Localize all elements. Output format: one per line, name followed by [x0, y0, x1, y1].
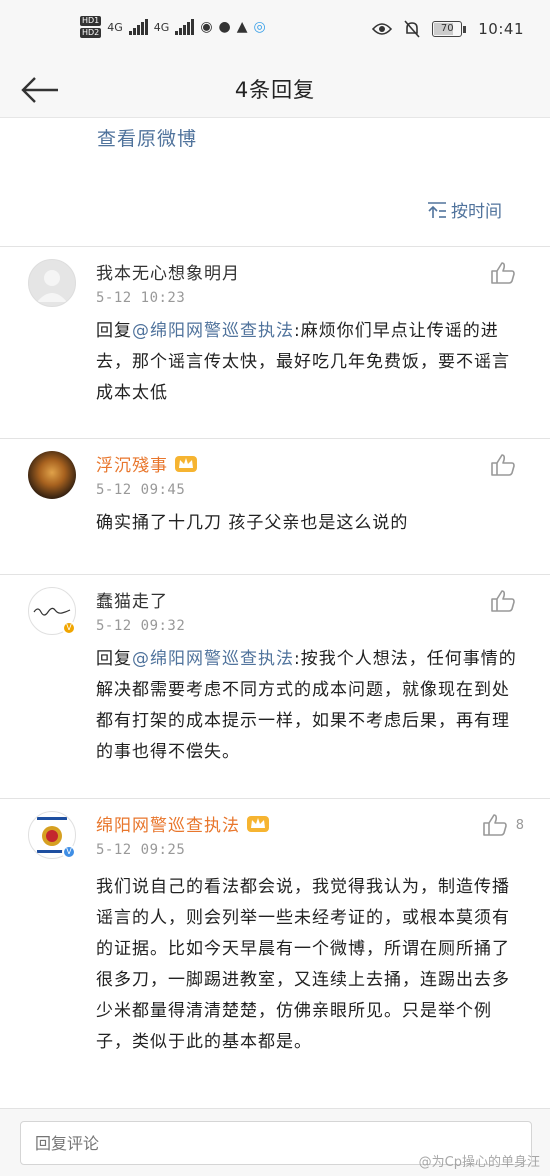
battery-level: 70	[440, 23, 454, 34]
mute-bell-icon	[404, 20, 420, 38]
battery-icon: 70	[432, 21, 467, 37]
verified-badge-icon: V	[62, 621, 76, 635]
app-notification-2-icon: ▲	[236, 19, 248, 35]
commenter-name[interactable]: 我本无心想象明月	[96, 259, 524, 284]
network-2-label: 4G	[153, 20, 170, 34]
reply-bar: @为Cp操心的单身汪	[0, 1108, 550, 1176]
vip-crown-icon	[247, 816, 269, 832]
vip-crown-icon	[175, 456, 197, 472]
watermark: @为Cp操心的单身汪	[418, 1155, 540, 1170]
comment-text: 回复@绵阳网警巡查执法:麻烦你们早点让传谣的进去，那个谣言传太快，最好吃几年免费…	[96, 316, 524, 409]
comment-time: 5-12 09:45	[96, 482, 186, 498]
comment-time: 5-12 10:23	[96, 290, 186, 306]
like-count: 8	[515, 817, 524, 833]
reply-prefix: 回复	[96, 649, 132, 669]
commenter-name[interactable]: 浮沉殘事	[96, 451, 168, 476]
like-button[interactable]	[490, 261, 524, 285]
status-right: 70 10:41	[372, 20, 524, 38]
comment-item: V 绵阳网警巡查执法 5-12 09:25 我们说自己的看法都会说，我觉得我认为…	[0, 798, 550, 1108]
thumbs-up-icon	[491, 454, 515, 476]
signal-1-icon	[128, 19, 148, 35]
comment-time: 5-12 09:25	[96, 842, 186, 858]
eye-icon	[372, 23, 393, 35]
signal-2-icon	[175, 19, 195, 35]
comment-content: 确实捅了十几刀 孩子父亲也是这么说的	[96, 513, 409, 533]
reply-prefix: 回复	[96, 321, 132, 341]
comment-content: 我们说自己的看法都会说，我觉得我认为，制造传播谣言的人，则会列举一些未经考证的，…	[96, 877, 510, 1052]
avatar[interactable]	[28, 451, 76, 499]
sort-icon	[428, 201, 446, 218]
media-notification-icon: ◎	[253, 19, 266, 35]
hd2-badge: HD2	[80, 28, 102, 38]
app-notification-icon: ◉	[200, 19, 213, 35]
sort-label: 按时间	[451, 202, 502, 222]
status-left: HD1 HD2 4G 4G ◉ ● ▲ ◎	[80, 16, 266, 38]
avatar[interactable]	[28, 259, 76, 307]
default-avatar-icon	[37, 270, 67, 302]
like-button[interactable]	[490, 453, 524, 477]
title-bar: 4条回复	[0, 64, 550, 118]
commenter-name-row: 绵阳网警巡查执法	[96, 811, 524, 836]
message-notification-icon: ●	[218, 19, 231, 35]
mention-link[interactable]: @绵阳网警巡查执法	[132, 649, 294, 669]
hd-indicators: HD1 HD2	[80, 16, 102, 38]
comment-item: V 蠢猫走了 5-12 09:32 回复@绵阳网警巡查执法:按我个人想法，任何事…	[0, 574, 550, 798]
sort-by-time-button[interactable]: 按时间	[427, 197, 502, 222]
like-button[interactable]: 8	[482, 813, 524, 837]
commenter-name[interactable]: 蠢猫走了	[96, 587, 524, 612]
mention-link[interactable]: @绵阳网警巡查执法	[132, 321, 294, 341]
comment-list: 我本无心想象明月 5-12 10:23 回复@绵阳网警巡查执法:麻烦你们早点让传…	[0, 246, 550, 1108]
verified-badge-icon: V	[62, 845, 76, 859]
comment-text: 回复@绵阳网警巡查执法:按我个人想法，任何事情的解决都需要考虑不同方式的成本问题…	[96, 644, 524, 768]
thumbs-up-icon	[491, 590, 515, 612]
view-original-link[interactable]: 查看原微博	[97, 124, 197, 151]
comment-item: 浮沉殘事 5-12 09:45 确实捅了十几刀 孩子父亲也是这么说的	[0, 438, 550, 574]
thumbs-up-icon	[482, 814, 507, 836]
page-title: 4条回复	[234, 78, 316, 102]
network-1-label: 4G	[107, 20, 123, 34]
commenter-name-row: 浮沉殘事	[96, 451, 524, 476]
hd1-badge: HD1	[80, 16, 102, 26]
comment-item: 我本无心想象明月 5-12 10:23 回复@绵阳网警巡查执法:麻烦你们早点让传…	[0, 246, 550, 438]
thumbs-up-icon	[491, 262, 515, 284]
status-bar: HD1 HD2 4G 4G ◉ ● ▲ ◎ 70 10:41	[0, 0, 550, 64]
clock: 10:41	[478, 20, 524, 38]
like-button[interactable]	[490, 589, 524, 613]
original-post-section: 查看原微博 按时间	[0, 118, 550, 246]
comment-time: 5-12 09:32	[96, 618, 186, 634]
commenter-name[interactable]: 绵阳网警巡查执法	[96, 811, 240, 836]
